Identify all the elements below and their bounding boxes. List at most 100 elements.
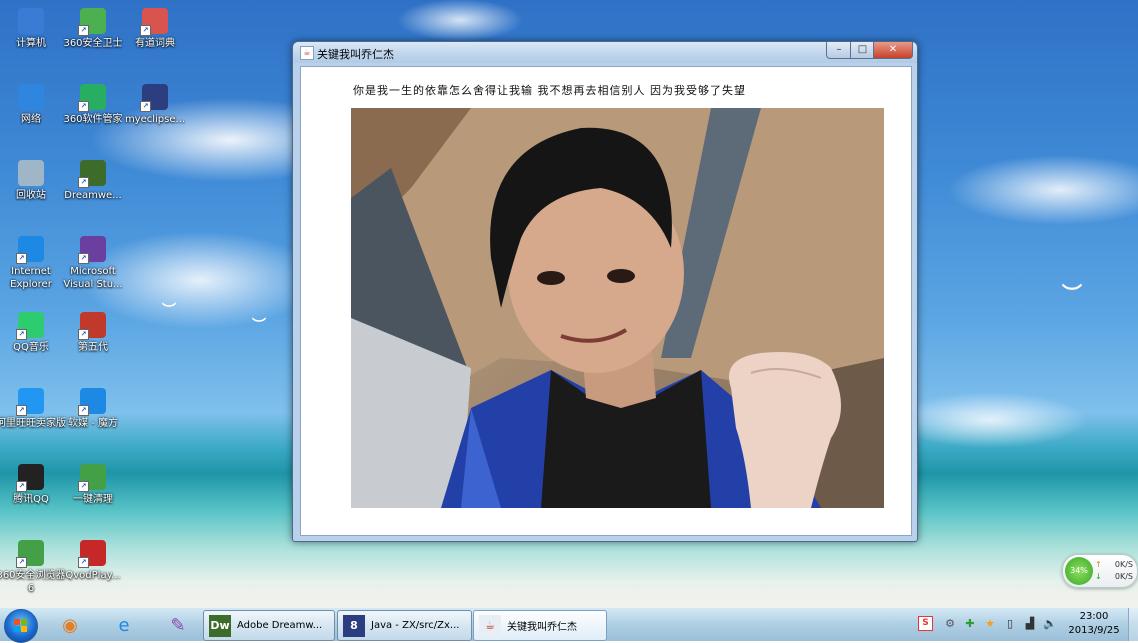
signal-tray-icon[interactable]: ▟ (1022, 616, 1038, 632)
desktop-icon[interactable]: ↗ 360安全卫士 (58, 8, 128, 50)
shortcut-arrow-icon: ↗ (16, 329, 27, 340)
shortcut-arrow-icon: ↗ (16, 253, 27, 264)
one-click-clean-icon: ↗ (78, 464, 106, 492)
desktop-icon-label: 软媒 - 魔方 (68, 418, 118, 429)
desktop-icon-label: 回收站 (16, 190, 46, 201)
task-dreamweaver-icon: Dw (209, 614, 231, 637)
shortcut-arrow-icon: ↗ (78, 329, 89, 340)
shortcut-arrow-icon: ↗ (16, 557, 27, 568)
desktop-icon[interactable]: ↗ 腾讯QQ (0, 464, 66, 506)
360-software-manager-icon: ↗ (78, 84, 106, 112)
upload-row: ↑ 0K/S (1095, 560, 1135, 569)
network-speed-widget[interactable]: 34% ↑ 0K/S ↓ 0K/S (1062, 554, 1138, 588)
shortcut-arrow-icon: ↗ (140, 25, 151, 36)
computer-icon (18, 8, 44, 34)
paintbrush-pin-icon[interactable]: ✎ (160, 611, 196, 639)
tencent-qq-icon: ↗ (16, 464, 44, 492)
desktop-icon-label: Microsoft Visual Stu... (63, 266, 123, 290)
desktop-icon-label: 腾讯QQ (13, 494, 49, 505)
clock-time: 23:00 (1079, 611, 1109, 622)
desktop-icon-label: 一键清理 (73, 494, 113, 505)
desktop-icon[interactable]: ↗ myeclipse... (120, 84, 190, 126)
desktop-icon[interactable]: ↗ QvodPlay... (58, 540, 128, 582)
desktop-icon-label: Internet Explorer (10, 266, 52, 290)
settings-tray-icon[interactable]: ⚙ (942, 616, 958, 632)
star-tray-icon[interactable]: ★ (982, 616, 998, 632)
desktop-icon[interactable]: ↗ 有道词典 (120, 8, 190, 50)
shortcut-arrow-icon: ↗ (78, 101, 89, 112)
start-button[interactable] (4, 609, 38, 643)
system-clock[interactable]: 23:00 2013/9/25 (1064, 610, 1124, 638)
360-browser-icon: ↗ (16, 540, 44, 568)
task-label: 关键我叫乔仁杰 (507, 622, 577, 633)
task-myeclipse-icon: 8 (343, 614, 365, 637)
java-app-icon[interactable]: ☕ (300, 46, 314, 60)
shortcut-arrow-icon: ↗ (78, 253, 89, 264)
qq-music-icon: ↗ (16, 312, 44, 340)
desktop-icon[interactable]: ↗ Internet Explorer (0, 236, 66, 291)
shortcut-arrow-icon: ↗ (16, 405, 27, 416)
task-label: Adobe Dreamw... (237, 620, 323, 631)
fifth-gen-icon: ↗ (78, 312, 106, 340)
desktop-icon-label: 360安全卫士 (63, 38, 123, 49)
volume-icon[interactable]: 🔈 (1042, 616, 1058, 632)
clock-date: 2013/9/25 (1068, 625, 1120, 636)
usb-tray-icon[interactable]: ▯ (1002, 616, 1018, 632)
desktop-icon[interactable]: ↗ 360安全浏览器6 (0, 540, 66, 595)
desktop-icon-label: 网络 (21, 114, 41, 125)
download-speed: 0K/S (1114, 572, 1133, 581)
desktop-icon-label: 第五代 (78, 342, 108, 353)
360-safeguard-icon: ↗ (78, 8, 106, 36)
qvod-player-icon: ↗ (78, 540, 106, 568)
maximize-button[interactable]: □ (850, 42, 875, 59)
task-java-window-icon: ☕ (479, 614, 501, 637)
shortcut-arrow-icon: ↗ (140, 101, 151, 112)
desktop-icon[interactable]: ↗ 软媒 - 魔方 (58, 388, 128, 430)
windows-logo-icon (14, 619, 28, 633)
desktop-icon-label: 有道词典 (135, 38, 175, 49)
network-percent: 34% (1065, 557, 1093, 585)
upload-speed: 0K/S (1114, 560, 1133, 569)
desktop-icon[interactable]: ↗ Microsoft Visual Stu... (58, 236, 128, 291)
myeclipse-icon: ↗ (140, 84, 168, 112)
seagull-decoration: ︶ (252, 318, 266, 334)
desktop-icon[interactable]: 计算机 (0, 8, 66, 50)
caption-label: 你是我一生的依靠怎么舍得让我输 我不想再去相信别人 因为我受够了失望 (353, 84, 746, 97)
desktop-icon-label: 计算机 (16, 38, 46, 49)
desktop-icon[interactable]: 网络 (0, 84, 66, 126)
upload-arrow-icon: ↑ (1095, 560, 1102, 569)
internet-explorer-pin-icon[interactable]: e (106, 611, 142, 639)
portrait-photo (351, 108, 884, 508)
desktop-icon[interactable]: ↗ 360软件管家 (58, 84, 128, 126)
shortcut-arrow-icon: ↗ (78, 481, 89, 492)
recycle-bin-icon (18, 160, 44, 186)
show-desktop-button[interactable] (1128, 608, 1138, 641)
desktop-icon[interactable]: ↗ Dreamwe... (58, 160, 128, 202)
window-titlebar[interactable]: ☕ 关键我叫乔仁杰 – □ ✕ (293, 42, 917, 63)
minimize-button[interactable]: – (826, 42, 852, 59)
seagull-decoration: ︶ (1062, 282, 1082, 306)
task-myeclipse[interactable]: 8 Java - ZX/src/Zx... (337, 610, 472, 641)
sogou-input-icon[interactable]: S (918, 616, 933, 631)
shortcut-arrow-icon: ↗ (16, 481, 27, 492)
desktop-icon[interactable]: ↗ 第五代 (58, 312, 128, 354)
desktop-icon[interactable]: 回收站 (0, 160, 66, 202)
download-arrow-icon: ↓ (1095, 572, 1102, 581)
task-java-window[interactable]: ☕ 关键我叫乔仁杰 (473, 610, 607, 641)
desktop-icon-label: QQ音乐 (13, 342, 49, 353)
360-tray-icon[interactable]: ✚ (962, 616, 978, 632)
desktop-icon-label: QvodPlay... (65, 570, 121, 581)
desktop-icon[interactable]: ↗ 一键清理 (58, 464, 128, 506)
close-button[interactable]: ✕ (873, 42, 913, 59)
portrait-illustration (351, 108, 884, 508)
window-content: 你是我一生的依靠怎么舍得让我输 我不想再去相信别人 因为我受够了失望 (300, 66, 912, 536)
360-safeguard-pin-icon[interactable]: ◉ (52, 611, 88, 639)
network-icon (18, 84, 44, 110)
java-window[interactable]: ☕ 关键我叫乔仁杰 – □ ✕ 你是我一生的依靠怎么舍得让我输 我不想再去相信别… (292, 41, 918, 542)
taskbar: ◉ e ✎ Dw Adobe Dreamw... 8 Java - ZX/src/Zx..… (0, 607, 1138, 643)
download-row: ↓ 0K/S (1095, 572, 1135, 581)
desktop-icon[interactable]: ↗ 阿里旺旺卖家版 (0, 388, 66, 430)
desktop-icon[interactable]: ↗ QQ音乐 (0, 312, 66, 354)
shortcut-arrow-icon: ↗ (78, 25, 89, 36)
task-dreamweaver[interactable]: Dw Adobe Dreamw... (203, 610, 335, 641)
